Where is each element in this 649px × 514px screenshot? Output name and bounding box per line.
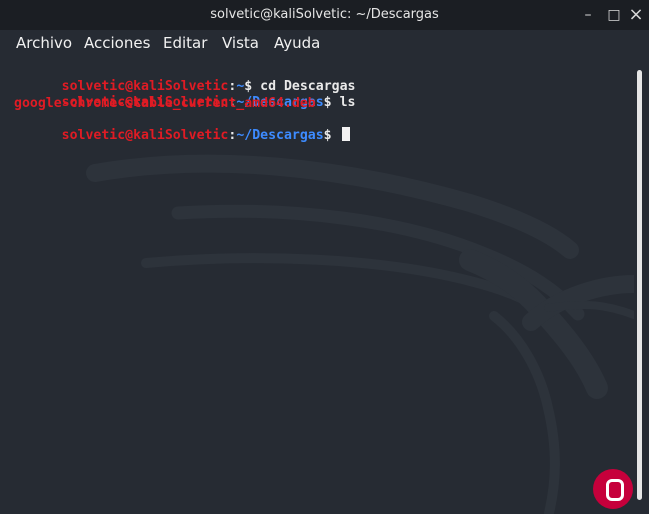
- terminal-output-file: google-chrome-stable_current_amd64.deb: [14, 96, 316, 111]
- menu-ayuda[interactable]: Ayuda: [274, 34, 320, 52]
- prompt-symbol: $: [323, 95, 340, 110]
- terminal-window: solvetic@kaliSolvetic: ~/Descargas – □ ×…: [0, 0, 649, 514]
- terminal-line-4: solvetic@kaliSolvetic:~/Descargas$: [14, 112, 350, 158]
- title-bar[interactable]: solvetic@kaliSolvetic: ~/Descargas – □ ×: [0, 0, 649, 30]
- menu-editar[interactable]: Editar: [163, 34, 207, 52]
- cursor-icon: [341, 127, 350, 141]
- close-icon[interactable]: ×: [626, 5, 646, 25]
- solvetic-logo-icon: [593, 469, 633, 509]
- scrollbar-thumb[interactable]: [637, 70, 642, 500]
- prompt-path: ~/Descargas: [236, 128, 324, 143]
- prompt-symbol: $: [323, 128, 340, 143]
- menu-vista[interactable]: Vista: [222, 34, 259, 52]
- minimize-icon[interactable]: –: [578, 5, 598, 25]
- terminal-area[interactable]: solvetic@kaliSolvetic:~$ cd Descargas so…: [0, 58, 634, 514]
- menu-archivo[interactable]: Archivo: [16, 34, 72, 52]
- window-title: solvetic@kaliSolvetic: ~/Descargas: [210, 7, 439, 22]
- maximize-icon[interactable]: □: [604, 5, 624, 25]
- menu-acciones[interactable]: Acciones: [84, 34, 150, 52]
- vertical-scrollbar[interactable]: [634, 58, 649, 514]
- prompt-user: solvetic@kaliSolvetic: [61, 128, 229, 143]
- menu-bar: Archivo Acciones Editar Vista Ayuda: [0, 30, 649, 58]
- command-text: ls: [339, 95, 356, 110]
